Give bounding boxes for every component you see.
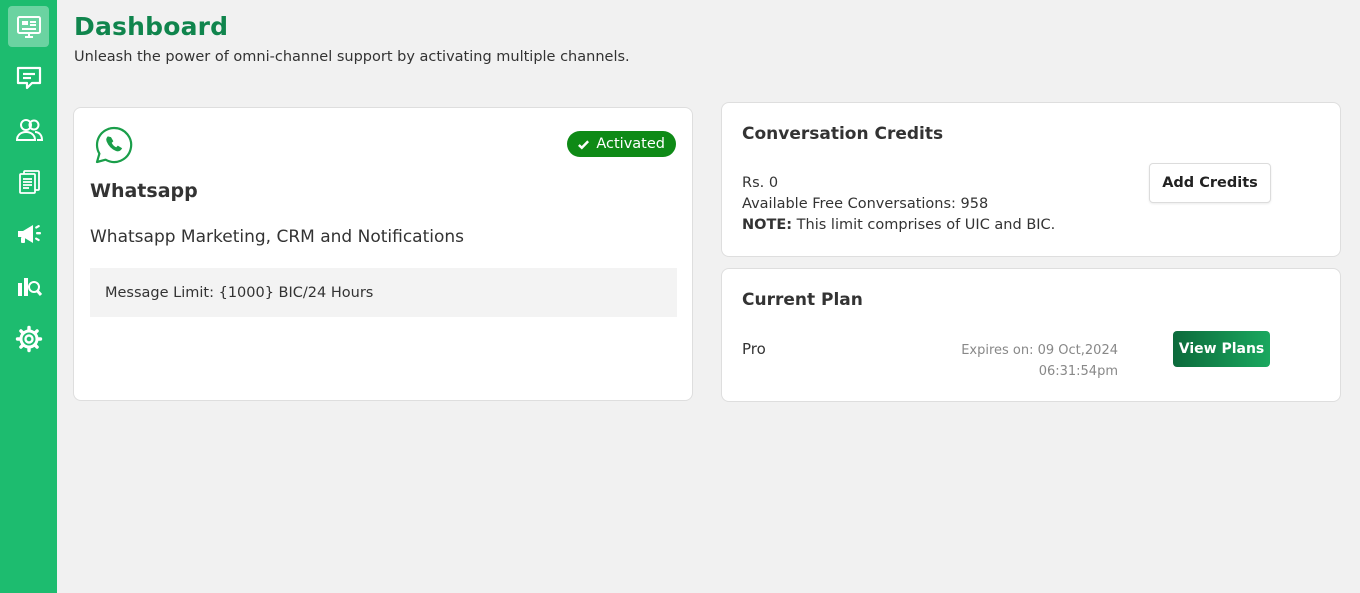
whatsapp-icon bbox=[95, 126, 133, 164]
add-credits-button[interactable]: Add Credits bbox=[1149, 163, 1271, 203]
contacts-icon bbox=[15, 118, 43, 141]
reports-icon bbox=[17, 277, 42, 296]
message-limit: Message Limit: {1000} BIC/24 Hours bbox=[90, 268, 677, 317]
expiry-time: 06:31:54pm bbox=[1038, 364, 1118, 379]
sidebar bbox=[0, 0, 57, 593]
plan-expiry: Expires on: 09 Oct,2024 06:31:54pm bbox=[961, 340, 1118, 382]
free-conversations: Available Free Conversations: 958 bbox=[742, 196, 989, 212]
note-text: This limit comprises of UIC and BIC. bbox=[792, 217, 1056, 233]
expiry-date: Expires on: 09 Oct,2024 bbox=[961, 343, 1118, 358]
check-icon bbox=[578, 139, 590, 149]
status-badge-label: Activated bbox=[596, 136, 665, 152]
chat-icon bbox=[16, 66, 41, 89]
credits-note: NOTE: This limit comprises of UIC and BI… bbox=[742, 215, 1055, 236]
dashboard-icon bbox=[16, 15, 41, 38]
plan-title: Current Plan bbox=[742, 290, 863, 310]
sidebar-item-dashboard[interactable] bbox=[8, 6, 49, 47]
note-label: NOTE: bbox=[742, 217, 793, 233]
sidebar-item-contacts[interactable] bbox=[8, 109, 49, 150]
credits-details: Rs. 0 Available Free Conversations: 958 … bbox=[742, 173, 1055, 236]
campaign-icon bbox=[17, 224, 41, 243]
page-title: Dashboard bbox=[74, 12, 229, 41]
sidebar-item-campaigns[interactable] bbox=[8, 213, 49, 254]
page-subtitle: Unleash the power of omni-channel suppor… bbox=[74, 49, 630, 65]
current-plan-card: Current Plan Pro Expires on: 09 Oct,2024… bbox=[721, 268, 1341, 402]
channel-description: Whatsapp Marketing, CRM and Notification… bbox=[90, 227, 464, 247]
conversation-credits-card: Conversation Credits Rs. 0 Available Fre… bbox=[721, 102, 1341, 257]
channel-title: Whatsapp bbox=[90, 180, 198, 202]
plan-name: Pro bbox=[742, 340, 766, 358]
status-badge: Activated bbox=[567, 131, 676, 157]
settings-icon bbox=[15, 325, 42, 352]
sidebar-item-settings[interactable] bbox=[8, 318, 49, 359]
sidebar-item-reports[interactable] bbox=[8, 265, 49, 306]
sidebar-item-chat[interactable] bbox=[8, 57, 49, 98]
templates-icon bbox=[18, 169, 40, 194]
sidebar-item-templates[interactable] bbox=[8, 161, 49, 202]
whatsapp-channel-card: Activated Whatsapp Whatsapp Marketing, C… bbox=[73, 107, 693, 401]
view-plans-button[interactable]: View Plans bbox=[1173, 331, 1270, 367]
credits-title: Conversation Credits bbox=[742, 124, 944, 144]
credits-balance: Rs. 0 bbox=[742, 175, 779, 191]
